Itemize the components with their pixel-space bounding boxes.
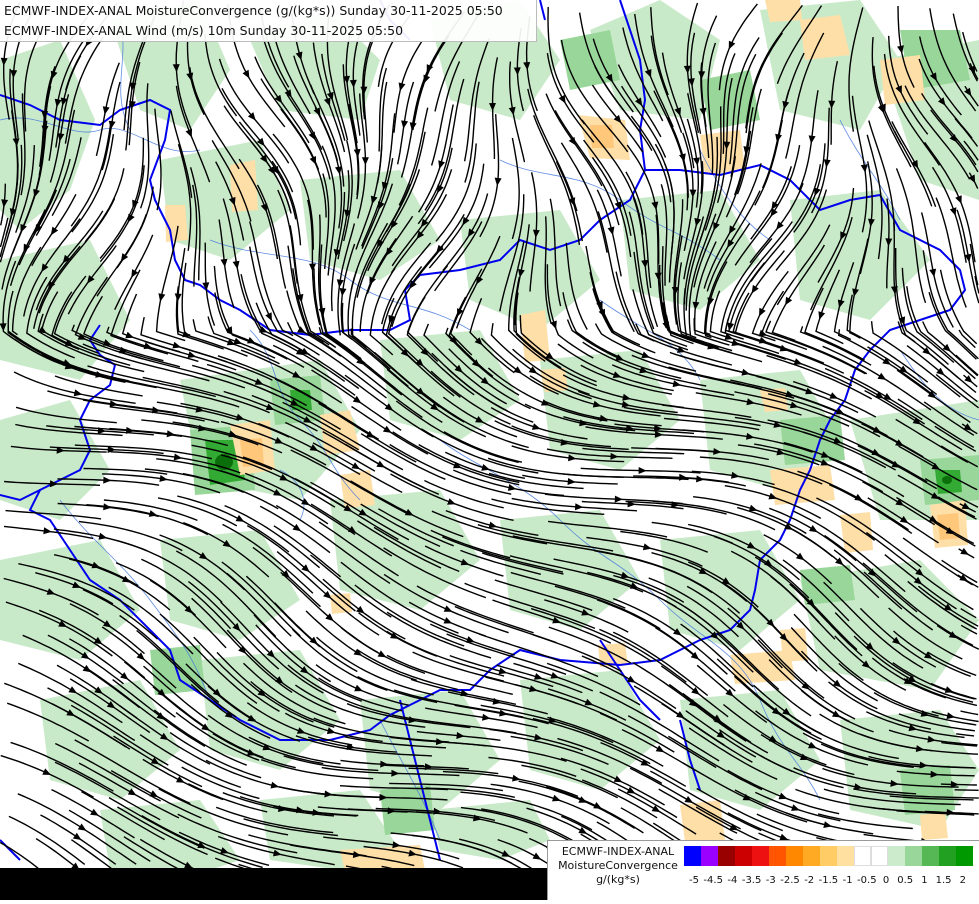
legend-swatch [956,846,973,866]
legend-tick-label: -3 [765,875,776,886]
legend-tick-label: -2 [804,875,815,886]
legend-tick-labels: -5 -4.5 -4 -3.5 -3 -2.5 -2 -1.5 -1 -0.5 0 0.5 1 1.5 2 [684,875,974,889]
legend-unit: g/(kg*s) [596,873,640,886]
legend-tick-label: 2 [959,875,966,886]
legend-tick-label: 1.5 [935,875,952,886]
legend-swatch [922,846,939,866]
legend-title: ECMWF-INDEX-ANAL MoistureConvergence g/(… [554,845,682,887]
map-canvas[interactable] [0,0,979,901]
legend-swatch [854,846,871,866]
legend-swatch [837,846,854,866]
legend-swatch [786,846,803,866]
legend-tick-label: -4 [727,875,738,886]
legend-swatch [752,846,769,866]
legend-title-line1: ECMWF-INDEX-ANAL [561,845,675,858]
moisture-convergence-map [0,0,979,901]
legend-swatch [803,846,820,866]
no-data-strip [0,868,547,900]
legend-color-scale [684,846,973,866]
legend-tick-label: -3.5 [741,875,762,886]
legend-swatch [684,846,701,866]
legend-swatch [888,846,905,866]
legend-tick-label: -5 [689,875,699,886]
legend-swatch [735,846,752,866]
legend-tick-label: 0.5 [897,875,914,886]
legend-swatch [871,846,888,866]
legend-swatch [769,846,786,866]
legend-swatch [718,846,735,866]
legend-tick-label: -2.5 [780,875,800,886]
legend-tick-label: -1 [842,875,853,886]
legend-swatch [905,846,922,866]
title-line-convergence: ECMWF-INDEX-ANAL MoistureConvergence (g/… [4,3,503,18]
colorbar-legend: ECMWF-INDEX-ANAL MoistureConvergence g/(… [547,840,979,900]
legend-swatch [820,846,837,866]
streamline [954,789,979,791]
legend-swatch [939,846,956,866]
legend-tick-label: 0 [882,875,890,886]
legend-tick-label: -1.5 [818,875,839,886]
legend-tick-label: -0.5 [857,875,877,886]
title-line-wind: ECMWF-INDEX-ANAL Wind (m/s) 10m Sunday 3… [4,23,404,38]
legend-title-line2: MoistureConvergence [558,859,678,872]
streamline [940,783,977,786]
map-title-box: ECMWF-INDEX-ANAL MoistureConvergence (g/… [0,0,537,42]
legend-tick-label: -4.5 [703,875,723,886]
legend-swatch [701,846,718,866]
legend-tick-label: 1 [921,875,928,886]
